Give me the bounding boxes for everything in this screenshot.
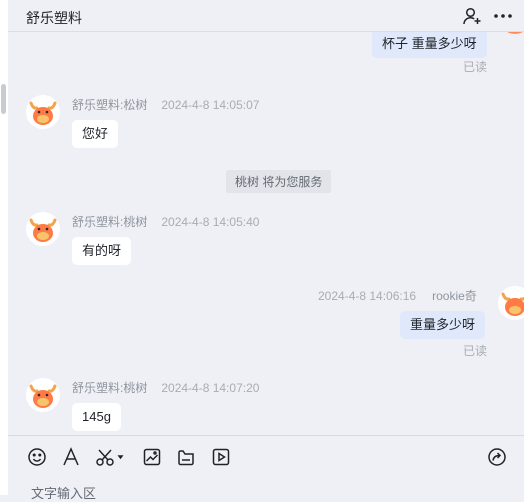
emoji-icon[interactable] [27,447,47,467]
sender-name: 舒乐塑料:松树 [72,98,148,112]
message-timestamp: 2024-4-8 14:05:07 [161,98,260,112]
message-timestamp: 2024-4-8 14:05:40 [161,215,260,229]
chat-title: 舒乐塑料 [26,10,82,26]
file-icon[interactable] [176,447,196,467]
message-meta: 舒乐塑料:桃树 2024-4-8 14:05:40 [72,213,259,230]
message-bubble-outgoing[interactable]: 重量多少呀 [400,311,486,339]
avatar [26,212,60,246]
share-icon[interactable] [487,447,507,467]
message-bubble-incoming[interactable]: 有的呀 [72,237,132,265]
message-bubble-incoming[interactable]: 您好 [72,120,119,148]
message-meta: 舒乐塑料:桃树 2024-4-8 14:07:20 [72,379,259,396]
sender-name: rookie奇 [432,289,477,303]
system-notice: 桃树 将为您服务 [226,170,332,193]
more-icon[interactable] [492,6,514,26]
message-list: 杯子 重量多少呀 已读 舒乐塑料:松树 2024-4-8 14:05:07 您好 … [8,32,524,435]
message-bubble-outgoing[interactable]: 杯子 重量多少呀 [372,32,487,58]
avatar [26,95,60,129]
message-meta: 舒乐塑料:松树 2024-4-8 14:05:07 [72,96,259,113]
add-user-icon[interactable] [462,6,482,26]
message-meta: 2024-4-8 14:06:16 rookie奇 [318,287,477,304]
read-receipt: 已读 [463,60,488,74]
message-timestamp: 2024-4-8 14:07:20 [161,381,260,395]
chat-header: 舒乐塑料 [8,0,524,32]
sender-name: 舒乐塑料:桃树 [72,381,148,395]
image-icon[interactable] [142,447,162,467]
scissors-icon[interactable] [95,447,125,467]
video-icon[interactable] [211,447,231,467]
message-bubble-incoming[interactable]: 145g [72,403,121,431]
read-receipt: 已读 [463,344,488,358]
scroll-thumb[interactable] [1,84,6,114]
message-input-placeholder[interactable]: 文字输入区 [31,483,96,502]
font-icon[interactable] [61,447,81,467]
sender-name: 舒乐塑料:桃树 [72,215,148,229]
avatar [498,286,524,320]
avatar [26,378,60,412]
chat-scrollbar[interactable] [0,0,8,495]
avatar [498,32,524,34]
composer-toolbar [8,435,524,476]
message-timestamp: 2024-4-8 14:06:16 [318,289,417,303]
